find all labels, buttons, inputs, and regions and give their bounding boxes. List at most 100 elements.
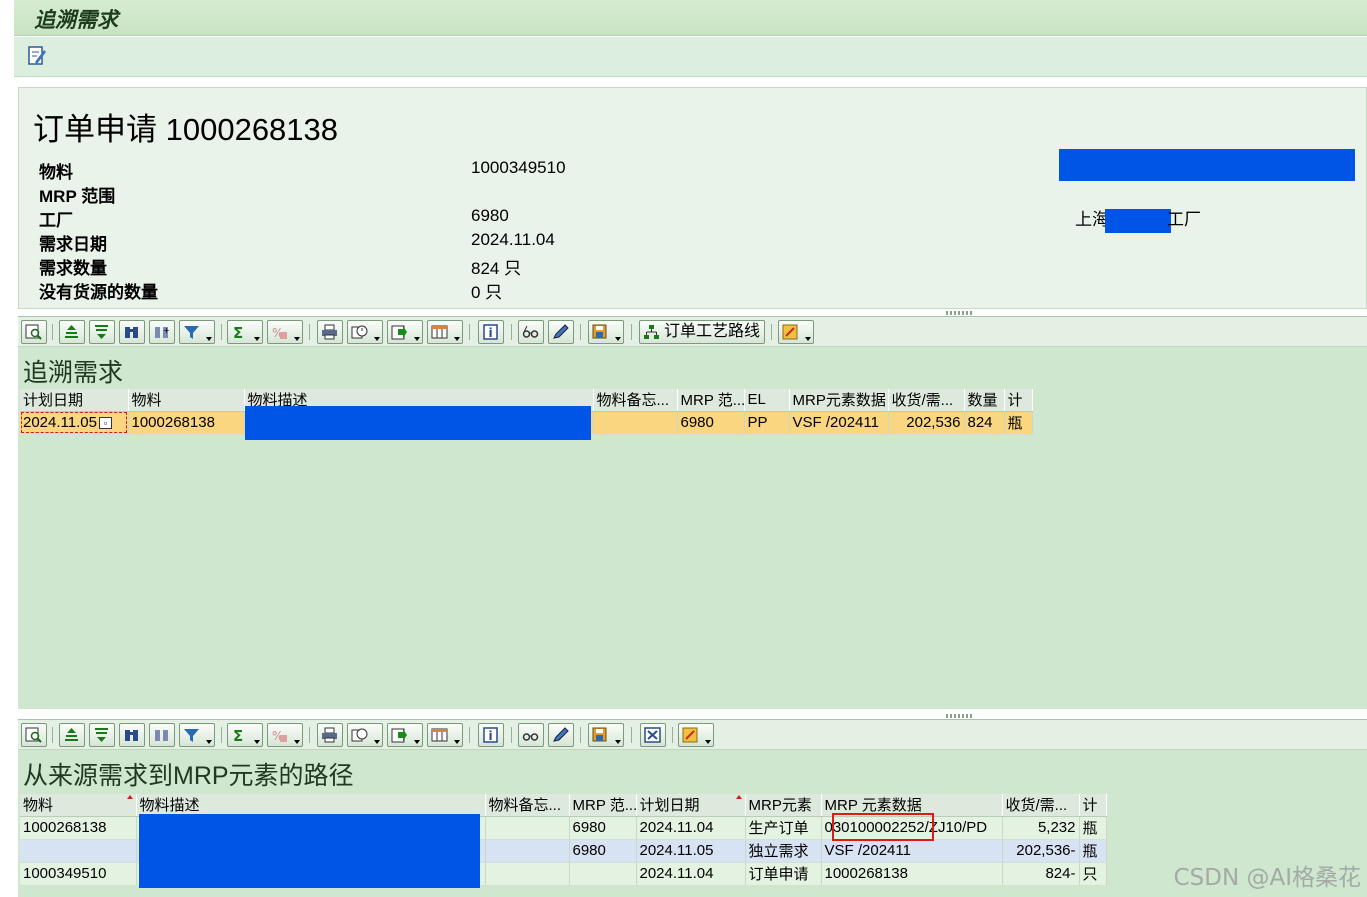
- cell-mrp-area[interactable]: 6980: [569, 816, 637, 840]
- sort-descending-button[interactable]: [89, 723, 115, 747]
- column-header[interactable]: 物料描述: [136, 794, 486, 817]
- cell-plan-date[interactable]: 2024.11.04: [636, 862, 746, 886]
- info-button[interactable]: i: [478, 320, 504, 344]
- sum-button[interactable]: Σ: [227, 320, 263, 344]
- find-button[interactable]: [119, 723, 145, 747]
- column-header[interactable]: 收货/需...: [1002, 794, 1080, 817]
- cell-mrp-area[interactable]: [569, 862, 637, 886]
- views-button[interactable]: [347, 320, 383, 344]
- title-bar: 追溯需求: [14, 0, 1367, 36]
- cell-unit[interactable]: 瓶: [1079, 839, 1107, 863]
- field-value-unsourced-qty: 0 只: [471, 283, 503, 302]
- glasses-button[interactable]: [518, 723, 544, 747]
- print-button[interactable]: [317, 320, 343, 344]
- section-title-pegging: 追溯需求: [23, 359, 124, 387]
- cell-receipt-req[interactable]: 202,536: [888, 411, 965, 435]
- cell-unit[interactable]: 瓶: [1079, 816, 1107, 840]
- column-header[interactable]: 物料备忘...: [485, 794, 570, 817]
- subtotal-button[interactable]: %: [267, 320, 303, 344]
- pencil-button[interactable]: [548, 723, 574, 747]
- save-layout-button[interactable]: [588, 723, 624, 747]
- cell-mrp-element[interactable]: 独立需求: [745, 839, 822, 863]
- save-layout-button[interactable]: [588, 320, 624, 344]
- column-header[interactable]: 计划日期: [20, 389, 129, 412]
- glasses-button[interactable]: [518, 320, 544, 344]
- cell-mrp-element[interactable]: 生产订单: [745, 816, 822, 840]
- cell-receipt-req[interactable]: 5,232: [1002, 816, 1080, 840]
- cell-plan-date[interactable]: 2024.11.04: [636, 816, 746, 840]
- edit-icon[interactable]: [26, 45, 48, 67]
- find-next-button[interactable]: +: [149, 320, 175, 344]
- column-header[interactable]: 计: [1079, 794, 1107, 817]
- column-header[interactable]: 收货/需...: [888, 389, 965, 412]
- export-button[interactable]: [387, 723, 423, 747]
- cell-mrp-element-data[interactable]: VSF /202411: [789, 411, 889, 435]
- highlight-box: [832, 813, 934, 841]
- pencil-icon: [553, 324, 569, 339]
- exceptions-button[interactable]: [678, 723, 714, 747]
- column-header[interactable]: MRP 范...: [569, 794, 637, 817]
- sort-ascending-button[interactable]: [59, 320, 85, 344]
- splitter-handle[interactable]: [946, 714, 972, 718]
- cell-plan-date[interactable]: 2024.11.05: [636, 839, 746, 863]
- cell-mrp-area[interactable]: 6980: [569, 839, 637, 863]
- cell-unit[interactable]: 瓶: [1004, 411, 1033, 435]
- cell-material-memo[interactable]: [485, 862, 570, 886]
- column-header[interactable]: 物料: [128, 389, 245, 412]
- column-header[interactable]: 数量: [964, 389, 1005, 412]
- cell-receipt-req[interactable]: 824-: [1002, 862, 1080, 886]
- cell-material-memo[interactable]: [593, 411, 678, 435]
- cell-plan-date[interactable]: 2024.11.05 ▫: [20, 411, 129, 435]
- exceptions-button[interactable]: [778, 320, 814, 344]
- info-icon: i: [483, 324, 498, 340]
- cell-material[interactable]: [20, 839, 137, 863]
- column-header[interactable]: MRP元素数据: [789, 389, 889, 412]
- info-button[interactable]: i: [478, 723, 504, 747]
- column-header[interactable]: 计: [1004, 389, 1033, 412]
- close-window-button[interactable]: [640, 723, 666, 747]
- cell-material-memo[interactable]: [485, 839, 570, 863]
- sum-button[interactable]: Σ: [227, 723, 263, 747]
- column-header[interactable]: 物料: [20, 794, 137, 817]
- cell-quantity[interactable]: 824: [964, 411, 1005, 435]
- column-header[interactable]: EL: [744, 389, 790, 412]
- column-header[interactable]: MRP元素: [745, 794, 822, 817]
- splitter-handle[interactable]: [946, 311, 972, 315]
- cell-material-memo[interactable]: [485, 816, 570, 840]
- find-next-button[interactable]: [149, 723, 175, 747]
- views-button[interactable]: [347, 723, 383, 747]
- cell-material[interactable]: 1000268138: [20, 816, 137, 840]
- column-header[interactable]: MRP 范...: [677, 389, 745, 412]
- sort-descending-button[interactable]: [89, 320, 115, 344]
- print-button[interactable]: [317, 723, 343, 747]
- cell-el[interactable]: PP: [744, 411, 790, 435]
- sort-ascending-button[interactable]: [59, 723, 85, 747]
- pencil-button[interactable]: [548, 320, 574, 344]
- cell-material[interactable]: 1000349510: [20, 862, 137, 886]
- find-button[interactable]: [119, 320, 145, 344]
- export-button[interactable]: [387, 320, 423, 344]
- column-header-label: 物料: [23, 797, 54, 815]
- sum-icon: Σ: [233, 324, 243, 340]
- layout-button[interactable]: [427, 723, 463, 747]
- order-routing-button[interactable]: 订单工艺路线: [639, 320, 766, 344]
- layout-button[interactable]: [427, 320, 463, 344]
- cell-material[interactable]: 1000268138: [128, 411, 245, 435]
- filter-icon: [184, 326, 199, 339]
- close-window-icon: [644, 727, 661, 743]
- details-button[interactable]: [21, 723, 47, 747]
- cell-receipt-req[interactable]: 202,536-: [1002, 839, 1080, 863]
- filter-button[interactable]: [179, 723, 215, 747]
- column-header[interactable]: 物料备忘...: [593, 389, 678, 412]
- details-button[interactable]: [21, 320, 47, 344]
- subtotal-button[interactable]: %: [267, 723, 303, 747]
- value-help-icon[interactable]: ▫: [98, 417, 112, 430]
- filter-button[interactable]: [179, 320, 215, 344]
- cell-mrp-element-data[interactable]: VSF /202411: [821, 839, 1003, 863]
- cell-mrp-element[interactable]: 订单申请: [745, 862, 822, 886]
- cell-mrp-element-data[interactable]: 1000268138: [821, 862, 1003, 886]
- cell-mrp-area[interactable]: 6980: [677, 411, 745, 435]
- details-icon: [25, 727, 42, 743]
- cell-unit[interactable]: 只: [1079, 862, 1107, 886]
- column-header[interactable]: 计划日期: [636, 794, 746, 817]
